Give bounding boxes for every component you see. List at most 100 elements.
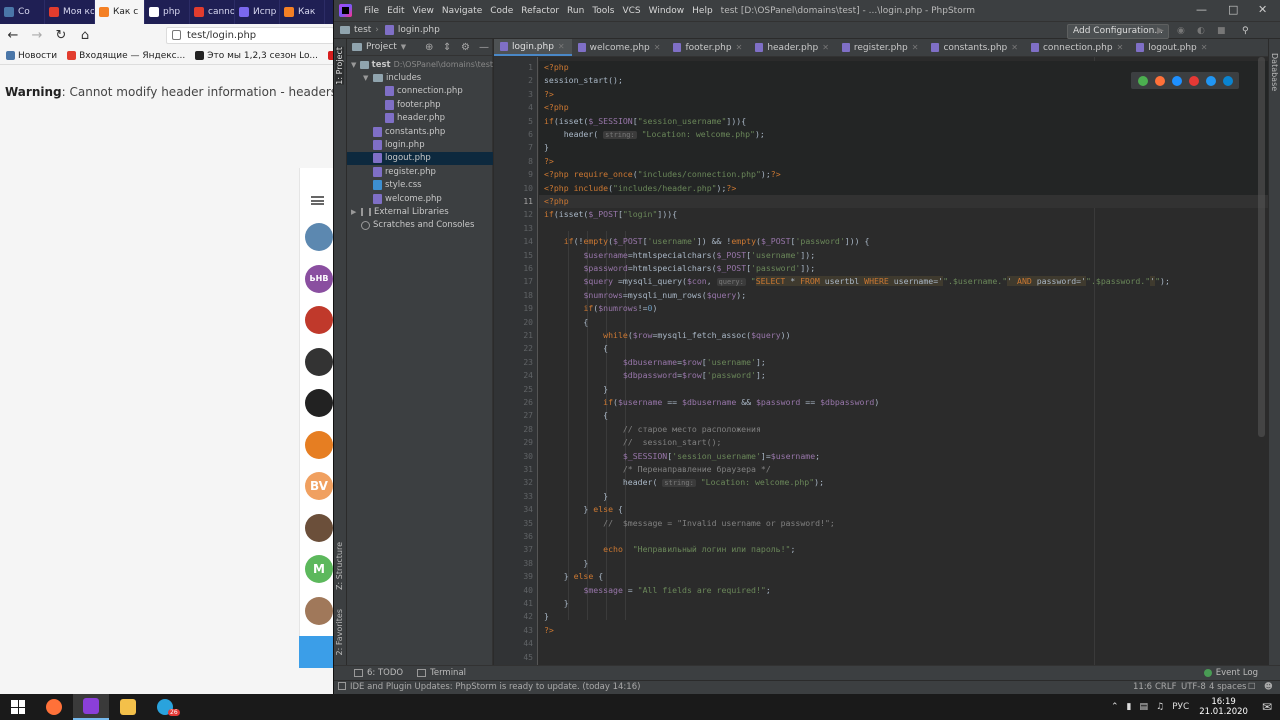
- add-configuration-button[interactable]: Add Configuration...: [1067, 24, 1169, 39]
- code-line[interactable]: <?php require_once("includes/connection.…: [539, 168, 1268, 182]
- code-line[interactable]: $query =mysqli_query($con, query: "SELEC…: [539, 275, 1268, 288]
- editor-scrollbar[interactable]: [1258, 57, 1265, 437]
- code-line[interactable]: // $message = "Invalid username or passw…: [539, 517, 1268, 530]
- tree-item[interactable]: header.php: [347, 112, 493, 125]
- code-editor[interactable]: <?php session_start(); ?> <?php if(isset($_S…: [539, 57, 1268, 665]
- menu-view[interactable]: View: [409, 6, 438, 16]
- network-icon[interactable]: ▤: [1139, 702, 1148, 712]
- browser-tab[interactable]: Со: [0, 0, 45, 24]
- code-line[interactable]: $username=htmlspecialchars($_POST['usern…: [539, 249, 1268, 262]
- taskbar-explorer-button[interactable]: [110, 694, 146, 720]
- menu-navigate[interactable]: Navigate: [438, 6, 486, 16]
- close-tab-icon[interactable]: ✕: [1117, 43, 1124, 52]
- battery-icon[interactable]: ▮: [1127, 702, 1132, 712]
- tree-item[interactable]: welcome.php: [347, 192, 493, 205]
- minimize-icon[interactable]: —: [1196, 3, 1207, 16]
- tree-item[interactable]: footer.php: [347, 98, 493, 111]
- code-line[interactable]: while($row=mysqli_fetch_assoc($query)): [539, 329, 1268, 342]
- code-line[interactable]: [539, 530, 1268, 543]
- menu-icon[interactable]: [311, 196, 324, 205]
- stop-icon[interactable]: ■: [1217, 26, 1227, 36]
- address-bar[interactable]: test/login.php: [166, 27, 334, 44]
- tree-item[interactable]: constants.php: [347, 125, 493, 138]
- chat-avatar[interactable]: [305, 306, 333, 334]
- close-tab-icon[interactable]: ✕: [822, 43, 829, 52]
- close-tab-icon[interactable]: ✕: [736, 43, 743, 52]
- code-line[interactable]: /* Перенаправление браузера */: [539, 463, 1268, 476]
- code-line[interactable]: [539, 637, 1268, 650]
- run-icon[interactable]: ▶: [1157, 26, 1167, 36]
- chevron-right-icon[interactable]: ▶: [351, 208, 358, 216]
- code-line[interactable]: } else {: [539, 570, 1268, 583]
- debug-icon[interactable]: ◉: [1177, 26, 1187, 36]
- favorites-tool-tab[interactable]: 2: Favorites: [335, 609, 344, 655]
- menu-help[interactable]: Help: [688, 6, 717, 16]
- chrome-icon[interactable]: [1137, 75, 1148, 86]
- home-icon[interactable]: ⌂: [78, 28, 92, 43]
- file-encoding[interactable]: UTF-8: [1181, 682, 1206, 692]
- menu-window[interactable]: Window: [645, 6, 689, 16]
- project-label[interactable]: Project: [366, 42, 397, 52]
- code-line[interactable]: }: [539, 383, 1268, 396]
- code-line[interactable]: }: [539, 597, 1268, 610]
- back-arrow-icon[interactable]: ←: [6, 28, 20, 43]
- volume-icon[interactable]: ♫: [1156, 702, 1164, 712]
- tree-item[interactable]: login.php: [347, 138, 493, 151]
- menu-code[interactable]: Code: [486, 6, 517, 16]
- todo-tool-tab[interactable]: 6: TODO: [354, 668, 403, 678]
- tree-item[interactable]: ▼ includes: [347, 71, 493, 84]
- chat-avatar[interactable]: [305, 389, 333, 417]
- code-line[interactable]: $dbusername=$row['username'];: [539, 356, 1268, 369]
- forward-arrow-icon[interactable]: →: [30, 28, 44, 43]
- bookmark-item[interactable]: Новости: [6, 51, 57, 61]
- opera-icon[interactable]: [1188, 75, 1199, 86]
- code-line[interactable]: <?php: [539, 101, 1268, 115]
- menu-vcs[interactable]: VCS: [618, 6, 644, 16]
- menu-refactor[interactable]: Refactor: [517, 6, 563, 16]
- breadcrumb-project[interactable]: test: [334, 25, 371, 35]
- menu-run[interactable]: Run: [563, 6, 588, 16]
- chat-avatar[interactable]: [305, 347, 333, 376]
- code-line[interactable]: if($username == $dbusername && $password…: [539, 396, 1268, 409]
- chat-avatar[interactable]: [305, 223, 333, 251]
- code-line[interactable]: ?>: [539, 154, 1268, 169]
- code-line[interactable]: }: [539, 610, 1268, 623]
- code-line[interactable]: } else {: [539, 503, 1268, 516]
- chat-avatar[interactable]: [305, 596, 333, 625]
- code-line[interactable]: <?php: [539, 195, 1268, 209]
- edge-icon[interactable]: [1222, 75, 1233, 86]
- code-line[interactable]: if($numrows!=0): [539, 302, 1268, 315]
- editor-tab[interactable]: footer.php ✕: [667, 39, 749, 56]
- chevron-down-icon[interactable]: ▼: [351, 61, 357, 69]
- code-line[interactable]: $dbpassword=$row['password'];: [539, 369, 1268, 382]
- chat-avatar[interactable]: ЬНВ: [305, 264, 333, 293]
- tree-item[interactable]: connection.php: [347, 85, 493, 98]
- editor-tab[interactable]: register.php ✕: [836, 39, 926, 56]
- inspector-icon[interactable]: ☻: [1264, 682, 1273, 692]
- code-line[interactable]: }: [539, 490, 1268, 503]
- structure-tool-tab[interactable]: Z: Structure: [335, 542, 344, 590]
- editor-tab[interactable]: login.php ✕: [494, 39, 572, 56]
- chat-avatar[interactable]: M: [305, 555, 333, 583]
- tree-item[interactable]: ▶ External Libraries: [347, 205, 493, 218]
- chevron-down-icon[interactable]: ▼: [401, 43, 406, 51]
- editor-tab[interactable]: welcome.php ✕: [572, 39, 668, 56]
- maximize-icon[interactable]: □: [1228, 3, 1238, 16]
- status-panel-icon[interactable]: [338, 682, 346, 690]
- menu-edit[interactable]: Edit: [383, 6, 408, 16]
- close-tab-icon[interactable]: ✕: [1201, 43, 1208, 52]
- editor-tab[interactable]: header.php ✕: [749, 39, 836, 56]
- tree-item[interactable]: ▼ test D:\OSPanel\domains\test: [347, 58, 493, 71]
- tree-item[interactable]: style.css: [347, 179, 493, 192]
- browser-tab[interactable]: canno: [190, 0, 235, 24]
- code-line[interactable]: if(isset($_SESSION["session_username"]))…: [539, 114, 1268, 128]
- coverage-icon[interactable]: ◐: [1197, 26, 1207, 36]
- menu-file[interactable]: File: [360, 6, 383, 16]
- notifications-icon[interactable]: ✉: [1262, 700, 1272, 714]
- code-line[interactable]: header( string: "Location: welcome.php")…: [539, 128, 1268, 142]
- editor-tab[interactable]: connection.php ✕: [1025, 39, 1130, 56]
- code-line[interactable]: [539, 222, 1268, 235]
- event-log-tab[interactable]: Event Log: [1203, 668, 1258, 678]
- firefox-icon[interactable]: [1154, 75, 1165, 86]
- tree-item[interactable]: register.php: [347, 165, 493, 178]
